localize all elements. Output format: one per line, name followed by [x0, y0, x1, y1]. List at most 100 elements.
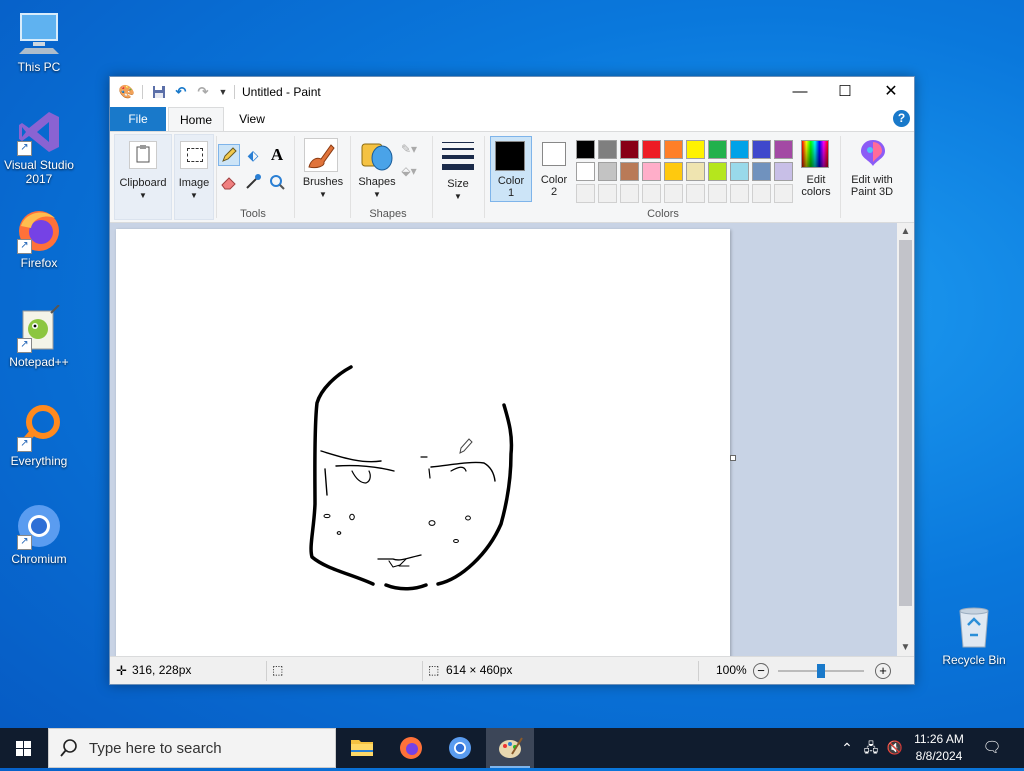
custom-color-slot[interactable] [774, 184, 793, 203]
firefox-icon: ↗ [15, 206, 63, 254]
color-swatch[interactable] [664, 162, 683, 181]
color-swatch[interactable] [576, 162, 595, 181]
color-swatch[interactable] [730, 162, 749, 181]
title-bar[interactable]: 🎨 ↶ ↷ ▼ Untitled - Paint — ☐ ✕ [110, 77, 914, 107]
maximize-button[interactable]: ☐ [822, 77, 868, 107]
desktop-icon-notepad-plus-plus[interactable]: ↗ Notepad++ [0, 304, 79, 369]
vertical-scrollbar[interactable]: ▲ ▼ [897, 223, 914, 656]
custom-color-slot[interactable] [686, 184, 705, 203]
desktop-icon-everything[interactable]: ↗ Everything [0, 404, 79, 468]
zoom-slider-thumb[interactable] [817, 664, 825, 678]
taskbar-clock[interactable]: 11:26 AM 8/8/2024 [900, 731, 978, 765]
color-swatch[interactable] [598, 140, 617, 159]
custom-color-slot[interactable] [708, 184, 727, 203]
paint3d-label-2: Paint 3D [850, 186, 894, 198]
clipboard-button[interactable]: Clipboard ▼ [114, 134, 172, 220]
color-swatch[interactable] [752, 162, 771, 181]
magnifier-icon[interactable] [266, 172, 288, 194]
color2-button[interactable]: Color 2 [534, 136, 574, 202]
fill-icon[interactable]: ⬖ [242, 144, 264, 166]
canvas-size-icon: ⬚ [428, 663, 440, 677]
notifications-icon[interactable]: 🗨 [980, 728, 1004, 768]
color-swatch[interactable] [664, 140, 683, 159]
color1-button[interactable]: Color 1 [490, 136, 532, 202]
tools-group-label: Tools [240, 208, 266, 220]
color-swatch[interactable] [774, 162, 793, 181]
drawing-canvas[interactable] [116, 229, 730, 656]
customize-toolbar-icon[interactable]: ▼ [214, 83, 232, 101]
color-swatch[interactable] [642, 140, 661, 159]
color-swatch[interactable] [686, 162, 705, 181]
scrollbar-thumb[interactable] [899, 240, 912, 606]
text-icon[interactable]: A [266, 144, 288, 166]
start-button[interactable] [0, 728, 48, 768]
taskbar-paint[interactable] [486, 728, 534, 768]
tab-view[interactable]: View [228, 107, 276, 131]
taskbar-chromium[interactable] [436, 728, 484, 768]
color-swatch[interactable] [774, 140, 793, 159]
color-swatch[interactable] [620, 162, 639, 181]
zoom-slider[interactable] [778, 664, 864, 678]
canvas-resize-handle[interactable] [730, 455, 736, 461]
custom-color-slot[interactable] [598, 184, 617, 203]
scroll-down-icon[interactable]: ▼ [897, 639, 914, 656]
desktop-icon-this-pc[interactable]: This PC [0, 10, 79, 74]
size-button[interactable]: Size ▼ [436, 134, 480, 204]
custom-color-slot[interactable] [620, 184, 639, 203]
custom-color-slot[interactable] [576, 184, 595, 203]
status-divider [422, 661, 423, 681]
undo-icon[interactable]: ↶ [172, 83, 190, 101]
eraser-icon[interactable] [218, 172, 240, 194]
edit-colors-button[interactable]: Edit colors [796, 136, 836, 202]
taskbar-file-explorer[interactable] [338, 728, 386, 768]
close-button[interactable]: ✕ [868, 77, 914, 107]
pencil-icon[interactable] [218, 144, 240, 166]
paint-app-icon[interactable]: 🎨 [118, 83, 136, 101]
brushes-button[interactable]: Brushes ▼ [298, 134, 348, 204]
color-swatch[interactable] [598, 162, 617, 181]
color-swatch[interactable] [752, 140, 771, 159]
desktop-icon-firefox[interactable]: ↗ Firefox [0, 206, 79, 270]
tab-file[interactable]: File [110, 107, 166, 131]
desktop-icon-label: Recycle Bin [942, 653, 1006, 667]
image-button[interactable]: Image ▼ [174, 134, 214, 220]
color-swatch[interactable] [708, 162, 727, 181]
zoom-out-button[interactable]: − [753, 663, 769, 679]
colors-group-label: Colors [647, 208, 679, 220]
scroll-up-icon[interactable]: ▲ [897, 223, 914, 240]
edit-with-paint3d-button[interactable]: Edit with Paint 3D [844, 136, 900, 202]
custom-color-slot[interactable] [642, 184, 661, 203]
color-swatch[interactable] [708, 140, 727, 159]
desktop-icon-visual-studio[interactable]: ↗ Visual Studio 2017 [0, 108, 79, 186]
zoom-in-button[interactable]: + [875, 663, 891, 679]
outline-icon[interactable]: ✎▾ [398, 138, 420, 160]
color-spectrum-icon [801, 140, 829, 168]
minimize-button[interactable]: — [777, 77, 823, 107]
color-swatch[interactable] [620, 140, 639, 159]
custom-color-slot[interactable] [664, 184, 683, 203]
search-icon [59, 738, 79, 761]
tab-home[interactable]: Home [168, 107, 224, 131]
redo-icon[interactable]: ↷ [194, 83, 212, 101]
everything-search-icon: ↗ [15, 404, 63, 452]
network-icon[interactable]: 🖧 [860, 728, 882, 768]
shapes-button[interactable]: Shapes ▼ [352, 134, 402, 204]
color-picker-icon[interactable] [242, 172, 264, 194]
help-icon[interactable]: ? [893, 110, 910, 127]
color-swatch[interactable] [686, 140, 705, 159]
color-swatch[interactable] [730, 140, 749, 159]
color-swatch[interactable] [576, 140, 595, 159]
taskbar-search-box[interactable]: Type here to search [48, 728, 336, 768]
fill-shape-icon[interactable]: ⬙▾ [398, 160, 420, 182]
save-icon[interactable] [150, 83, 168, 101]
desktop-icon-recycle-bin[interactable]: Recycle Bin [934, 603, 1014, 667]
group-separator [216, 136, 217, 218]
desktop-icon-chromium[interactable]: ↗ Chromium [0, 502, 79, 566]
custom-color-slot[interactable] [752, 184, 771, 203]
color-swatch[interactable] [642, 162, 661, 181]
face-drawing [309, 365, 514, 591]
show-hidden-icons-icon[interactable]: ⌃ [838, 728, 856, 768]
taskbar-firefox[interactable] [387, 728, 435, 768]
custom-color-slot[interactable] [730, 184, 749, 203]
chevron-down-icon: ▼ [190, 191, 198, 200]
